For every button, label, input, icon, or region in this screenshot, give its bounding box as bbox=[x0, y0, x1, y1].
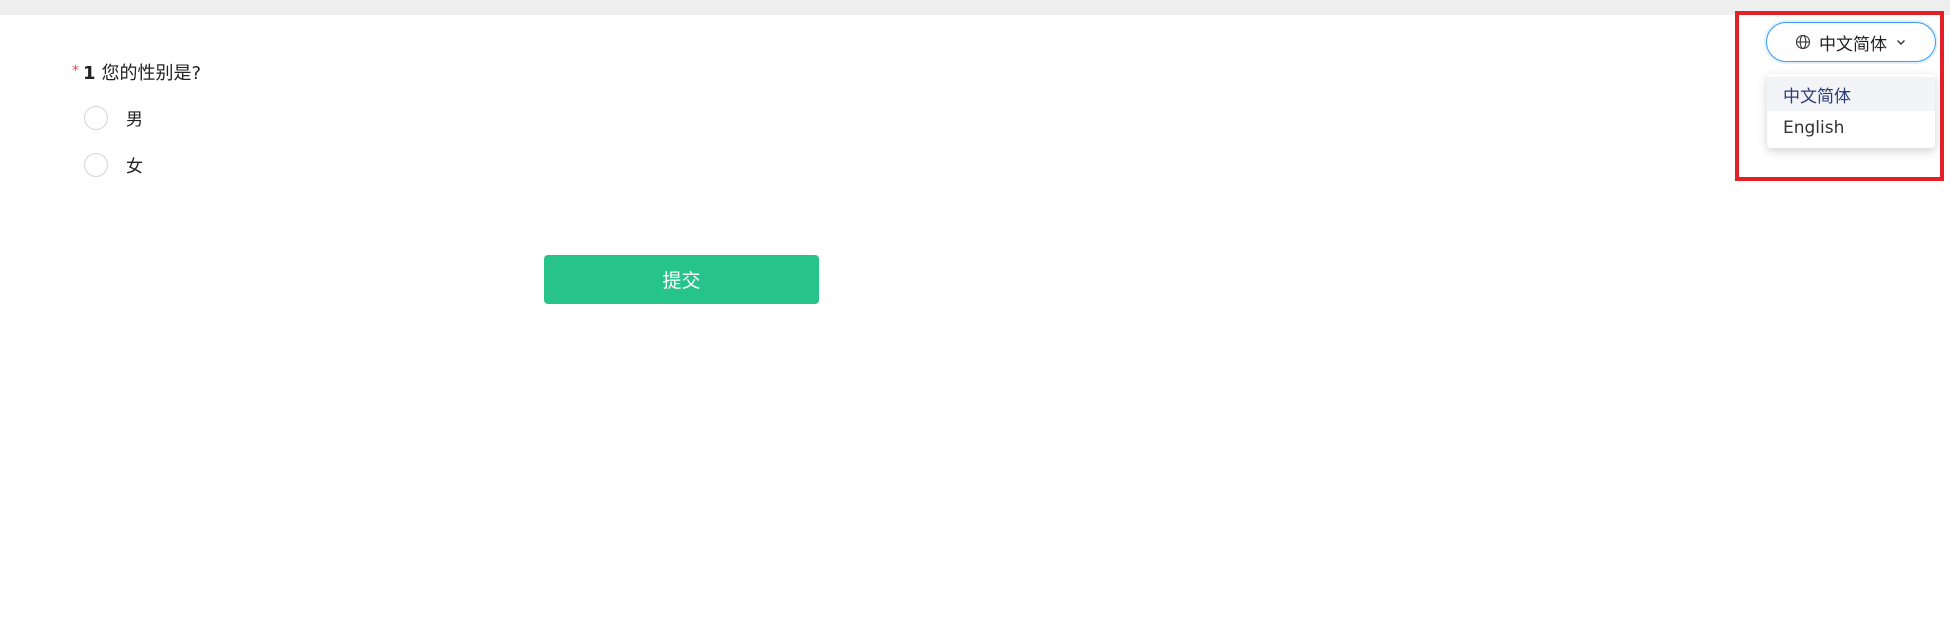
chevron-down-icon bbox=[1897, 40, 1905, 45]
option-female[interactable]: 女 bbox=[84, 152, 143, 177]
option-male[interactable]: 男 bbox=[84, 105, 143, 130]
language-option-zh[interactable]: 中文简体 bbox=[1767, 77, 1935, 111]
radio-button[interactable] bbox=[84, 152, 108, 177]
question-text: 您的性别是? bbox=[101, 63, 202, 84]
language-dropdown-menu: 中文简体 English bbox=[1767, 74, 1935, 148]
question-number: 1 bbox=[83, 63, 96, 84]
submit-button[interactable]: 提交 bbox=[544, 255, 819, 304]
top-bar bbox=[0, 0, 1950, 15]
language-selector[interactable]: 中文简体 bbox=[1766, 22, 1936, 62]
radio-button[interactable] bbox=[84, 105, 108, 130]
globe-icon bbox=[1795, 34, 1811, 50]
option-label: 男 bbox=[126, 110, 143, 130]
question-title: * 1 您的性别是? bbox=[72, 58, 201, 87]
language-option-en[interactable]: English bbox=[1767, 111, 1935, 145]
language-current: 中文简体 bbox=[1819, 34, 1887, 55]
option-label: 女 bbox=[126, 157, 143, 177]
required-mark: * bbox=[72, 63, 79, 79]
